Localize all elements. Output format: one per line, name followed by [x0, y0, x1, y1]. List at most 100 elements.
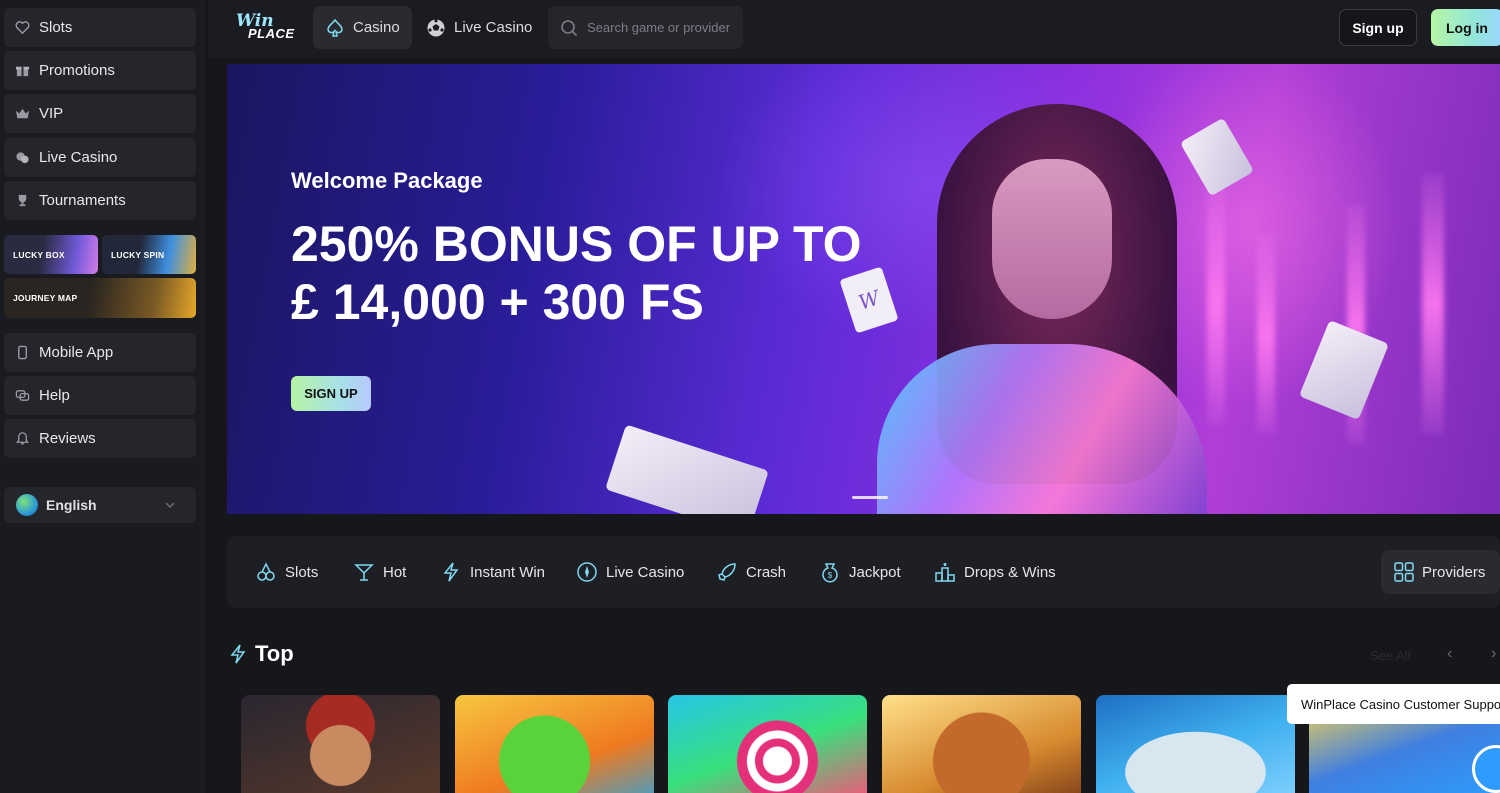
chips-icon: [14, 150, 30, 166]
lightning-icon: [443, 562, 459, 582]
sidebar-item-tournaments[interactable]: Tournaments: [4, 181, 196, 220]
spade-icon: [327, 18, 343, 37]
section-title-text: Top: [255, 641, 294, 666]
sidebar-item-reviews[interactable]: Reviews: [4, 419, 196, 458]
floating-card: [1179, 117, 1255, 197]
carousel-prev-button[interactable]: ‹: [1447, 645, 1452, 663]
category-slots[interactable]: Slots: [255, 558, 318, 586]
neon-light: [1422, 174, 1444, 434]
carousel-indicator[interactable]: [852, 496, 888, 499]
providers-button[interactable]: Providers: [1381, 550, 1500, 594]
hero-kicker: Welcome Package: [291, 168, 483, 193]
category-hot[interactable]: Hot: [353, 558, 406, 586]
language-label: English: [46, 497, 97, 513]
sidebar-item-label: Slots: [39, 19, 73, 36]
game-tile[interactable]: [455, 695, 654, 793]
category-instant-win[interactable]: Instant Win: [440, 558, 545, 586]
svg-text:$: $: [828, 571, 833, 580]
login-button[interactable]: Log in: [1431, 9, 1500, 46]
soccer-ball-icon: [427, 18, 445, 36]
sidebar: Slots Promotions VIP Live Casino Tournam…: [0, 0, 207, 793]
game-tile[interactable]: [241, 695, 440, 793]
carousel-next-button[interactable]: ›: [1491, 645, 1496, 663]
category-crash[interactable]: Crash: [716, 558, 786, 586]
tab-casino[interactable]: Casino: [313, 6, 412, 49]
support-chat-popup[interactable]: WinPlace Casino Customer Support: [1287, 684, 1500, 724]
trophy-icon: [14, 193, 30, 209]
language-selector[interactable]: English: [4, 487, 196, 523]
lucky-spin-tile[interactable]: LUCKY SPIN: [102, 235, 196, 274]
section-title-top: Top: [229, 641, 294, 667]
floating-card: [605, 424, 769, 514]
sidebar-item-label: Tournaments: [39, 192, 126, 209]
hero-title-line2: £ 14,000 + 300 FS: [291, 274, 704, 330]
phone-icon: [14, 345, 30, 361]
winplace-logo[interactable]: Win PLACE: [236, 11, 296, 43]
neon-light: [1257, 234, 1275, 434]
money-bag-icon: $: [822, 563, 838, 583]
hero-banner[interactable]: W Welcome Package 250% BONUS OF UP TO £ …: [227, 64, 1500, 514]
tab-label: Live Casino: [454, 19, 533, 36]
chat-bubbles-icon: [14, 388, 30, 404]
journey-map-tile[interactable]: JOURNEY MAP: [4, 278, 196, 318]
sidebar-item-slots[interactable]: Slots: [4, 8, 196, 47]
sidebar-item-mobile-app[interactable]: Mobile App: [4, 333, 196, 372]
bell-icon: [14, 431, 30, 447]
sidebar-item-label: Reviews: [39, 430, 96, 447]
search-box[interactable]: [548, 6, 743, 49]
hero-signup-button[interactable]: SIGN UP: [291, 376, 371, 411]
hero-model-face: [992, 159, 1112, 319]
sidebar-item-promotions[interactable]: Promotions: [4, 51, 196, 90]
rocket-icon: [718, 563, 736, 581]
see-all-link[interactable]: See All: [1370, 648, 1410, 663]
category-label: Instant Win: [470, 563, 546, 581]
category-label: Crash: [746, 563, 787, 581]
cherries-icon: [257, 562, 275, 581]
tab-label: Casino: [353, 19, 400, 36]
category-label: Drops & Wins: [964, 563, 1056, 581]
category-jackpot[interactable]: $ Jackpot: [819, 558, 901, 586]
hero-title-line1: 250% BONUS OF UP TO: [291, 216, 862, 272]
sidebar-item-label: Promotions: [39, 62, 115, 79]
game-tile[interactable]: [1096, 695, 1295, 793]
journey-map-label: JOURNEY MAP: [13, 293, 78, 303]
sidebar-item-live-casino[interactable]: Live Casino: [4, 138, 196, 177]
hero-title: 250% BONUS OF UP TO £ 14,000 + 300 FS: [291, 215, 931, 331]
category-bar: Slots Hot Instant Win Live Casino Crash …: [227, 536, 1500, 608]
logo-bottom-text: PLACE: [248, 26, 295, 41]
signup-button[interactable]: Sign up: [1339, 9, 1417, 46]
sidebar-item-help[interactable]: Help: [4, 376, 196, 415]
lucky-box-tile[interactable]: LUCKY BOX: [4, 235, 98, 274]
search-icon: [561, 19, 578, 36]
crown-icon: [14, 106, 30, 122]
top-header: Win PLACE Casino Live Casino Sign up Log…: [208, 0, 1500, 58]
game-tile[interactable]: [882, 695, 1081, 793]
category-live-casino[interactable]: Live Casino: [576, 558, 684, 586]
lucky-box-label: LUCKY BOX: [13, 249, 65, 260]
podium-icon: [935, 563, 955, 582]
compass-icon: [577, 562, 597, 582]
cocktail-icon: [354, 564, 374, 581]
search-input[interactable]: [587, 20, 737, 35]
heart-icon: [14, 20, 30, 36]
sidebar-item-vip[interactable]: VIP: [4, 94, 196, 133]
sidebar-item-label: Help: [39, 387, 70, 404]
category-label: Slots: [285, 563, 319, 581]
game-tile[interactable]: [668, 695, 867, 793]
grid-icon: [1394, 562, 1414, 582]
category-label: Live Casino: [606, 563, 685, 581]
category-label: Hot: [383, 563, 407, 581]
lightning-icon: [230, 644, 246, 664]
sidebar-item-label: Live Casino: [39, 149, 118, 166]
chevron-down-icon: [165, 502, 175, 509]
category-drops-wins[interactable]: Drops & Wins: [934, 558, 1056, 586]
providers-label: Providers: [1422, 563, 1486, 581]
sidebar-item-label: Mobile App: [39, 344, 114, 361]
globe-icon: [16, 494, 38, 516]
tab-live-casino[interactable]: Live Casino: [414, 6, 544, 49]
lucky-spin-label: LUCKY SPIN: [111, 249, 165, 260]
gift-icon: [14, 63, 30, 79]
sidebar-item-label: VIP: [39, 105, 64, 122]
floating-card: [1298, 319, 1390, 421]
category-label: Jackpot: [849, 563, 901, 581]
